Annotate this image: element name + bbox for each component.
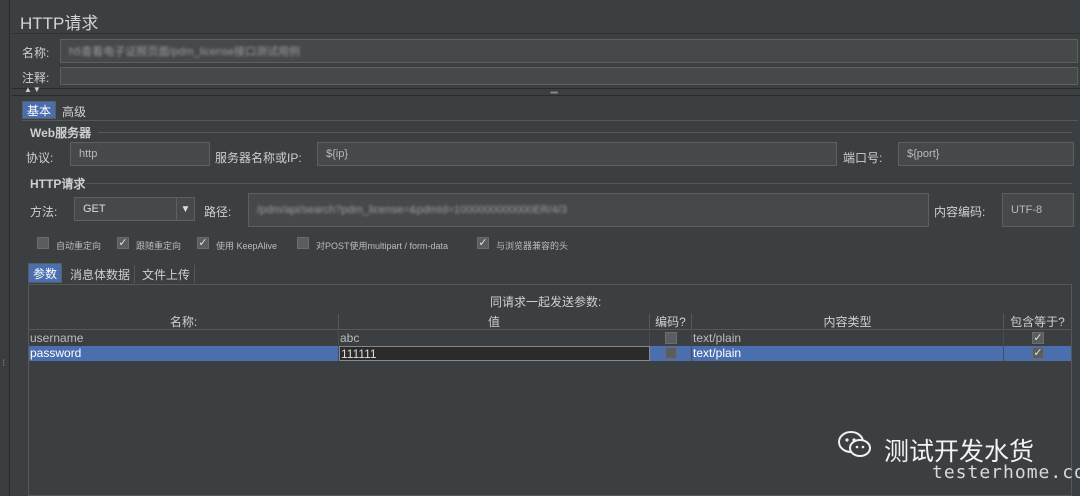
comment-field[interactable] [60,67,1078,85]
tab-parameters[interactable]: 参数 [28,263,63,283]
parameters-caption: 同请求一起发送参数: [490,295,602,309]
param-content-type[interactable]: text/plain [692,331,1004,346]
param-value-editor[interactable]: 111111 [339,346,650,361]
page-title: HTTP请求 [20,14,99,33]
path-label: 路径: [204,205,232,219]
param-include-equals-cell[interactable]: ✓ [1004,346,1071,361]
encoding-label: 内容编码: [934,205,986,219]
encoding-value: UTF-8 [1011,204,1043,216]
column-header-content-type[interactable]: 内容类型 [692,314,1004,330]
drag-grip-icon[interactable]: ⁝ [2,359,8,374]
name-label: 名称: [22,46,50,60]
auto-redirect-checkbox[interactable] [37,237,49,249]
param-name[interactable]: username [29,331,339,346]
method-value: GET [83,203,106,215]
tab-basic[interactable]: 基本 [22,101,57,119]
column-header-encode[interactable]: 编码? [650,314,692,330]
port-value: ${port} [907,148,940,160]
table-row[interactable]: username abc text/plain ✓ [29,331,1071,346]
name-field[interactable]: h5查看电子证照页面/pdm_license接口测试用例 [60,39,1078,63]
divider [12,33,1080,34]
parameters-table-header: 名称: 值 编码? 内容类型 包含等于? [29,314,1071,330]
param-encode-cell[interactable] [650,346,692,361]
http-request-group-title: HTTP请求 [30,177,86,191]
column-header-value[interactable]: 值 [339,314,650,330]
param-name[interactable]: password [29,346,339,361]
web-server-group-title: Web服务器 [30,126,92,140]
include-equals-checkbox[interactable]: ✓ [1032,332,1044,344]
collapse-arrows-icon[interactable]: ▲▼ [24,85,42,94]
table-row[interactable]: password 111111 text/plain ✓ [29,346,1071,361]
divider [22,120,1078,121]
tab-file-upload[interactable]: 文件上传 [138,265,196,283]
comment-label: 注释: [22,71,50,85]
param-value[interactable]: abc [339,331,650,346]
path-value: /pdm/api/search?pdm_license=&pdmId=10000… [257,204,568,216]
column-header-include-equals[interactable]: 包含等于? [1004,314,1071,330]
encoding-field[interactable]: UTF-8 [1002,193,1074,227]
port-field[interactable]: ${port} [898,142,1074,166]
param-include-equals-cell[interactable]: ✓ [1004,331,1071,346]
keepalive-checkbox[interactable]: ✓ [197,237,209,249]
multipart-checkbox[interactable] [297,237,309,249]
server-label: 服务器名称或IP: [215,151,302,165]
auto-redirect-label: 自动重定向 [56,241,102,251]
divider [86,183,1072,184]
follow-redirect-checkbox[interactable]: ✓ [117,237,129,249]
left-panel-strip [0,0,10,496]
splitter-bar[interactable] [12,88,1080,96]
server-field[interactable]: ${ip} [317,142,837,166]
divider [98,132,1072,133]
method-select[interactable]: GET ▼ [74,197,195,221]
param-encode-cell[interactable] [650,331,692,346]
protocol-field[interactable]: http [70,142,210,166]
path-field[interactable]: /pdm/api/search?pdm_license=&pdmId=10000… [248,193,929,227]
port-label: 端口号: [843,151,883,165]
wechat-logo-icon [838,431,871,457]
tab-body-data[interactable]: 消息体数据 [66,265,136,283]
tab-advanced[interactable]: 高级 [58,103,90,119]
chevron-down-icon[interactable]: ▼ [176,198,194,220]
server-value: ${ip} [326,148,349,160]
param-content-type[interactable]: text/plain [692,346,1004,361]
browser-headers-checkbox[interactable]: ✓ [477,237,489,249]
keepalive-label: 使用 KeepAlive [216,241,278,251]
method-label: 方法: [30,205,58,219]
name-value: h5查看电子证照页面/pdm_license接口测试用例 [69,46,301,58]
column-header-name[interactable]: 名称: [29,314,339,330]
browser-headers-label: 与浏览器兼容的头 [496,241,569,251]
multipart-label: 对POST使用multipart / form-data [316,241,449,251]
follow-redirect-label: 跟随重定向 [136,241,182,251]
encode-checkbox[interactable] [665,347,677,359]
encode-checkbox[interactable] [665,332,677,344]
protocol-label: 协议: [26,151,54,165]
include-equals-checkbox[interactable]: ✓ [1032,347,1044,359]
splitter-grip-icon[interactable]: ▪▪▪▪ [550,88,558,97]
watermark-subtitle: testerhome.com [932,462,1080,483]
protocol-value: http [79,148,98,160]
